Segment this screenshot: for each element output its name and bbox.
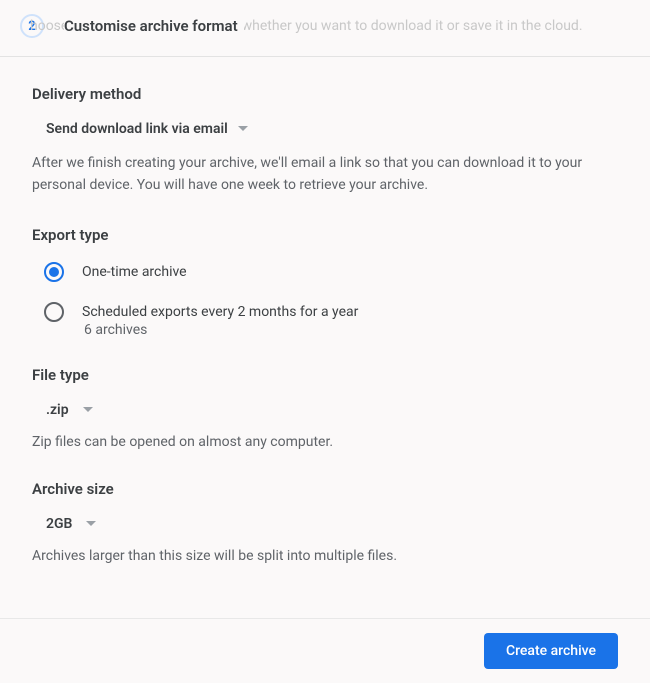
file-type-title: File type (32, 366, 618, 384)
export-type-option-scheduled[interactable]: Scheduled exports every 2 months for a y… (44, 302, 618, 322)
radio-icon (44, 302, 64, 322)
archive-size-selected: 2GB (46, 516, 72, 532)
export-type-scheduled-sub: 6 archives (84, 322, 618, 338)
archive-size-title: Archive size (32, 480, 618, 498)
archive-size-helper: Archives larger than this size will be s… (32, 546, 618, 568)
delivery-method-dropdown[interactable]: Send download link via email (46, 121, 248, 137)
dropdown-caret-icon (83, 407, 93, 413)
page-title: Customise archive format (64, 17, 244, 35)
radio-icon (44, 262, 64, 282)
file-type-selected: .zip (46, 402, 69, 418)
dropdown-caret-icon (86, 521, 96, 527)
create-archive-button[interactable]: Create archive (484, 633, 618, 669)
footer-bar: Create archive (0, 618, 650, 683)
export-type-radio-group: One-time archive Scheduled exports every… (44, 262, 618, 338)
step-header: hoose the file type, frequency and wheth… (0, 0, 650, 57)
dropdown-caret-icon (238, 126, 248, 132)
file-type-dropdown[interactable]: .zip (46, 402, 93, 418)
archive-size-dropdown[interactable]: 2GB (46, 516, 96, 532)
export-type-option-onetime[interactable]: One-time archive (44, 262, 618, 282)
delivery-method-helper: After we finish creating your archive, w… (32, 153, 618, 196)
radio-label: Scheduled exports every 2 months for a y… (82, 304, 358, 320)
radio-label: One-time archive (82, 264, 187, 280)
delivery-method-selected: Send download link via email (46, 121, 228, 137)
export-type-title: Export type (32, 226, 618, 244)
delivery-method-title: Delivery method (32, 85, 618, 103)
content-area: Delivery method Send download link via e… (0, 57, 650, 596)
file-type-helper: Zip files can be opened on almost any co… (32, 432, 618, 454)
